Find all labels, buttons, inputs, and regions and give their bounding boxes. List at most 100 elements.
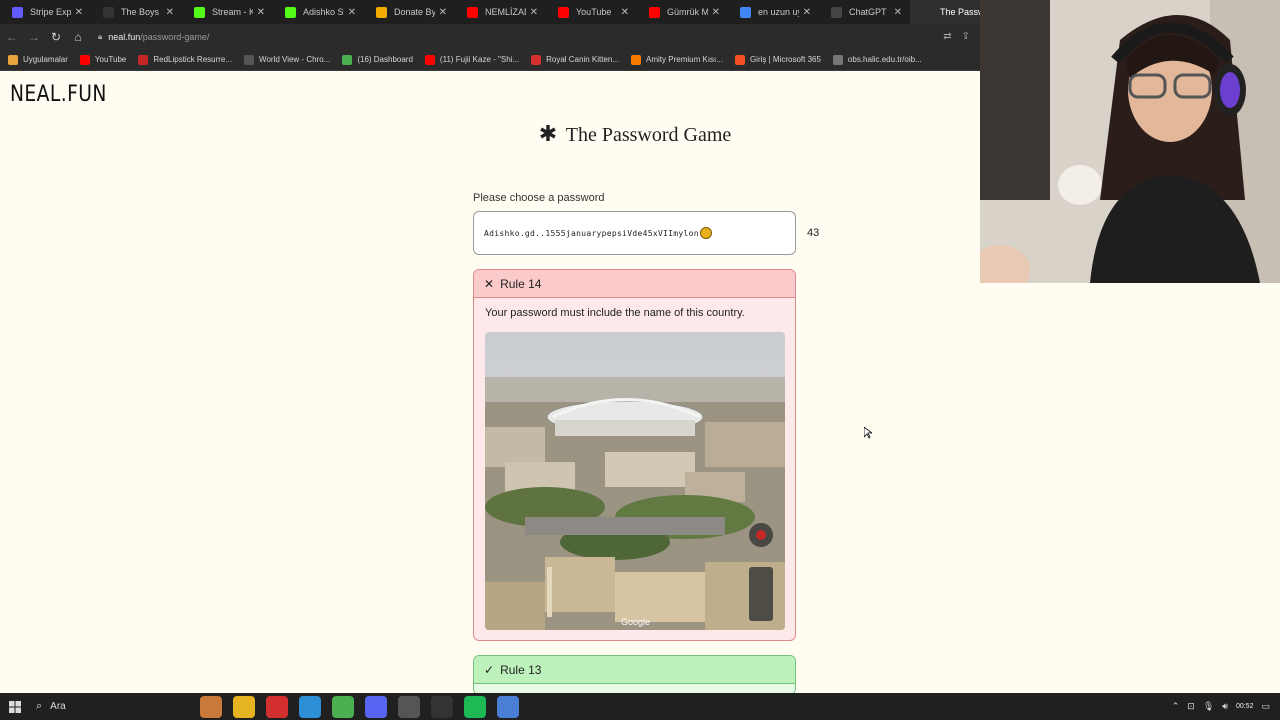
chrome-icon[interactable] (332, 695, 354, 718)
bookmark-item[interactable]: (16) Dashboard (342, 54, 413, 65)
browser-tab[interactable]: ChatGPT ✕ (819, 0, 910, 24)
close-icon[interactable]: ✕ (712, 7, 720, 18)
rule-header: ✓ Rule 13 (474, 656, 795, 684)
windows-start-icon[interactable] (0, 693, 30, 720)
close-icon[interactable]: ✕ (348, 7, 356, 18)
tab-title: NEMLİZADE (485, 7, 526, 17)
close-icon[interactable]: ✕ (75, 7, 83, 18)
browser-tab[interactable]: Gümrük Muh ✕ (637, 0, 728, 24)
bookmark-label: (16) Dashboard (357, 55, 413, 64)
tab-title: Stream - Kick (212, 7, 253, 17)
rule-description: Your password must include the name of t… (485, 307, 745, 319)
google-credit: Google (621, 617, 650, 627)
webcam-overlay (980, 0, 1280, 283)
bookmark-label: Royal Canin Kitten... (546, 55, 620, 64)
bookmark-label: (11) Fujii Kaze - "Shi... (439, 55, 520, 64)
address-bar[interactable]: 🔒︎ neal.fun/password-game/ (98, 26, 944, 47)
chevron-up-icon[interactable]: ⌃ (1172, 701, 1180, 712)
rule-14-card: ✕ Rule 14 Your password must include the… (473, 269, 796, 641)
browser-tab[interactable]: Donate ByNe ✕ (364, 0, 455, 24)
globe-icon (832, 54, 843, 65)
bookmark-item[interactable]: World View - Chro... (244, 54, 330, 65)
bookmark-item[interactable]: Uygulamalar (8, 54, 68, 65)
browser-tab[interactable]: Adishko Strea ✕ (273, 0, 364, 24)
bookmark-item[interactable]: Giriş | Microsoft 365 (734, 54, 821, 65)
bookmark-item[interactable]: YouTube (79, 54, 127, 65)
microphone-icon[interactable]: 🎙︎ (1203, 701, 1214, 712)
forward-icon[interactable]: → (24, 27, 44, 47)
youtube-icon (79, 54, 90, 65)
share-icon[interactable]: ⇪ (962, 31, 970, 42)
spotify-icon[interactable] (464, 695, 486, 718)
character-count: 43 (807, 227, 820, 239)
close-icon[interactable]: ✕ (621, 7, 629, 18)
network-icon[interactable]: ⊡ (1187, 701, 1195, 712)
clock[interactable]: 00:52 (1236, 702, 1254, 711)
github-icon[interactable] (431, 695, 453, 718)
bookmarks-bar: Uygulamalar YouTube RedLipstick Resurre...… (0, 49, 980, 71)
page-title-text: The Password Game (565, 124, 732, 146)
url-domain: neal.fun (108, 31, 141, 42)
stripe-icon (12, 6, 23, 18)
opera-icon[interactable] (266, 695, 288, 718)
reload-icon[interactable]: ↻ (46, 27, 66, 47)
translate-icon[interactable]: ⇄ (943, 31, 951, 42)
window-icon[interactable] (497, 695, 519, 718)
bookmark-label: YouTube (94, 55, 127, 64)
site-logo[interactable]: NEAL.FUN (10, 82, 107, 107)
close-icon[interactable]: ✕ (166, 7, 174, 18)
fail-x-icon: ✕ (484, 276, 495, 291)
browser-tab[interactable]: en uzun uyar ✕ (728, 0, 819, 24)
rule-header: ✕ Rule 14 (474, 270, 795, 298)
tab-title: Gümrük Muh (667, 7, 708, 17)
close-icon[interactable]: ✕ (530, 7, 538, 18)
bookmark-label: RedLipstick Resurre... (153, 55, 233, 64)
landscape-icon[interactable] (200, 695, 222, 718)
search-label: Ara (50, 701, 66, 712)
browser-tab[interactable]: NEMLİZADE ✕ (455, 0, 546, 24)
edge-icon[interactable] (299, 695, 321, 718)
bookmark-item[interactable]: obs.halic.edu.tr/oib... (832, 54, 922, 65)
discord-icon[interactable] (365, 695, 387, 718)
chatgpt-icon (831, 6, 842, 18)
browser-tab[interactable]: The Boys 3.Se ✕ (91, 0, 182, 24)
bookmark-item[interactable]: RedLipstick Resurre... (138, 54, 233, 65)
tab-title: Donate ByNe (394, 7, 435, 17)
close-icon[interactable]: ✕ (439, 7, 447, 18)
home-icon[interactable]: ⌂ (68, 27, 88, 47)
kick-icon (285, 6, 296, 18)
kick-icon (194, 6, 205, 18)
bookmark-item[interactable]: Royal Canin Kitten... (531, 54, 620, 65)
bookmark-item[interactable]: Amity Premium Kısı... (631, 54, 723, 65)
password-input[interactable]: Adishko.gd..1555januarypepsiVde45xVIImyl… (473, 211, 796, 255)
youtube-icon (558, 6, 569, 18)
notifications-icon[interactable]: ▭ (1261, 701, 1270, 712)
rule-title: Rule 13 (500, 662, 542, 677)
star-icon (922, 6, 933, 18)
tab-title: Stripe Express (30, 7, 71, 17)
bookmark-label: Amity Premium Kısı... (646, 55, 723, 64)
site-icon (244, 54, 255, 65)
tab-title: en uzun uyar (758, 7, 799, 17)
street-view-image[interactable]: Google (485, 332, 785, 630)
browser-tab[interactable]: Stream - Kick ✕ (182, 0, 273, 24)
site-icon (342, 54, 353, 65)
taskbar-search[interactable]: ⌕ Ara (30, 700, 160, 713)
back-icon[interactable]: ← (2, 27, 22, 47)
file-explorer-icon[interactable] (233, 695, 255, 718)
close-icon[interactable]: ✕ (894, 7, 902, 18)
site-icon (103, 6, 114, 18)
youtube-icon (424, 54, 435, 65)
close-icon[interactable]: ✕ (803, 7, 811, 18)
browser-tab[interactable]: Stripe Express ✕ (0, 0, 91, 24)
browser-tab[interactable]: YouTube ✕ (546, 0, 637, 24)
tab-title: The Boys 3.Se (121, 7, 162, 17)
volume-icon[interactable]: 🔊︎ (1222, 701, 1228, 712)
bookmark-item[interactable]: (11) Fujii Kaze - "Shi... (424, 54, 520, 65)
close-icon[interactable]: ✕ (257, 7, 265, 18)
lock-icon: 🔒︎ (98, 31, 103, 41)
star-icon: ✱ (538, 121, 558, 146)
taskbar-apps (200, 695, 519, 718)
pass-check-icon: ✓ (484, 662, 495, 677)
obs-icon[interactable] (398, 695, 420, 718)
